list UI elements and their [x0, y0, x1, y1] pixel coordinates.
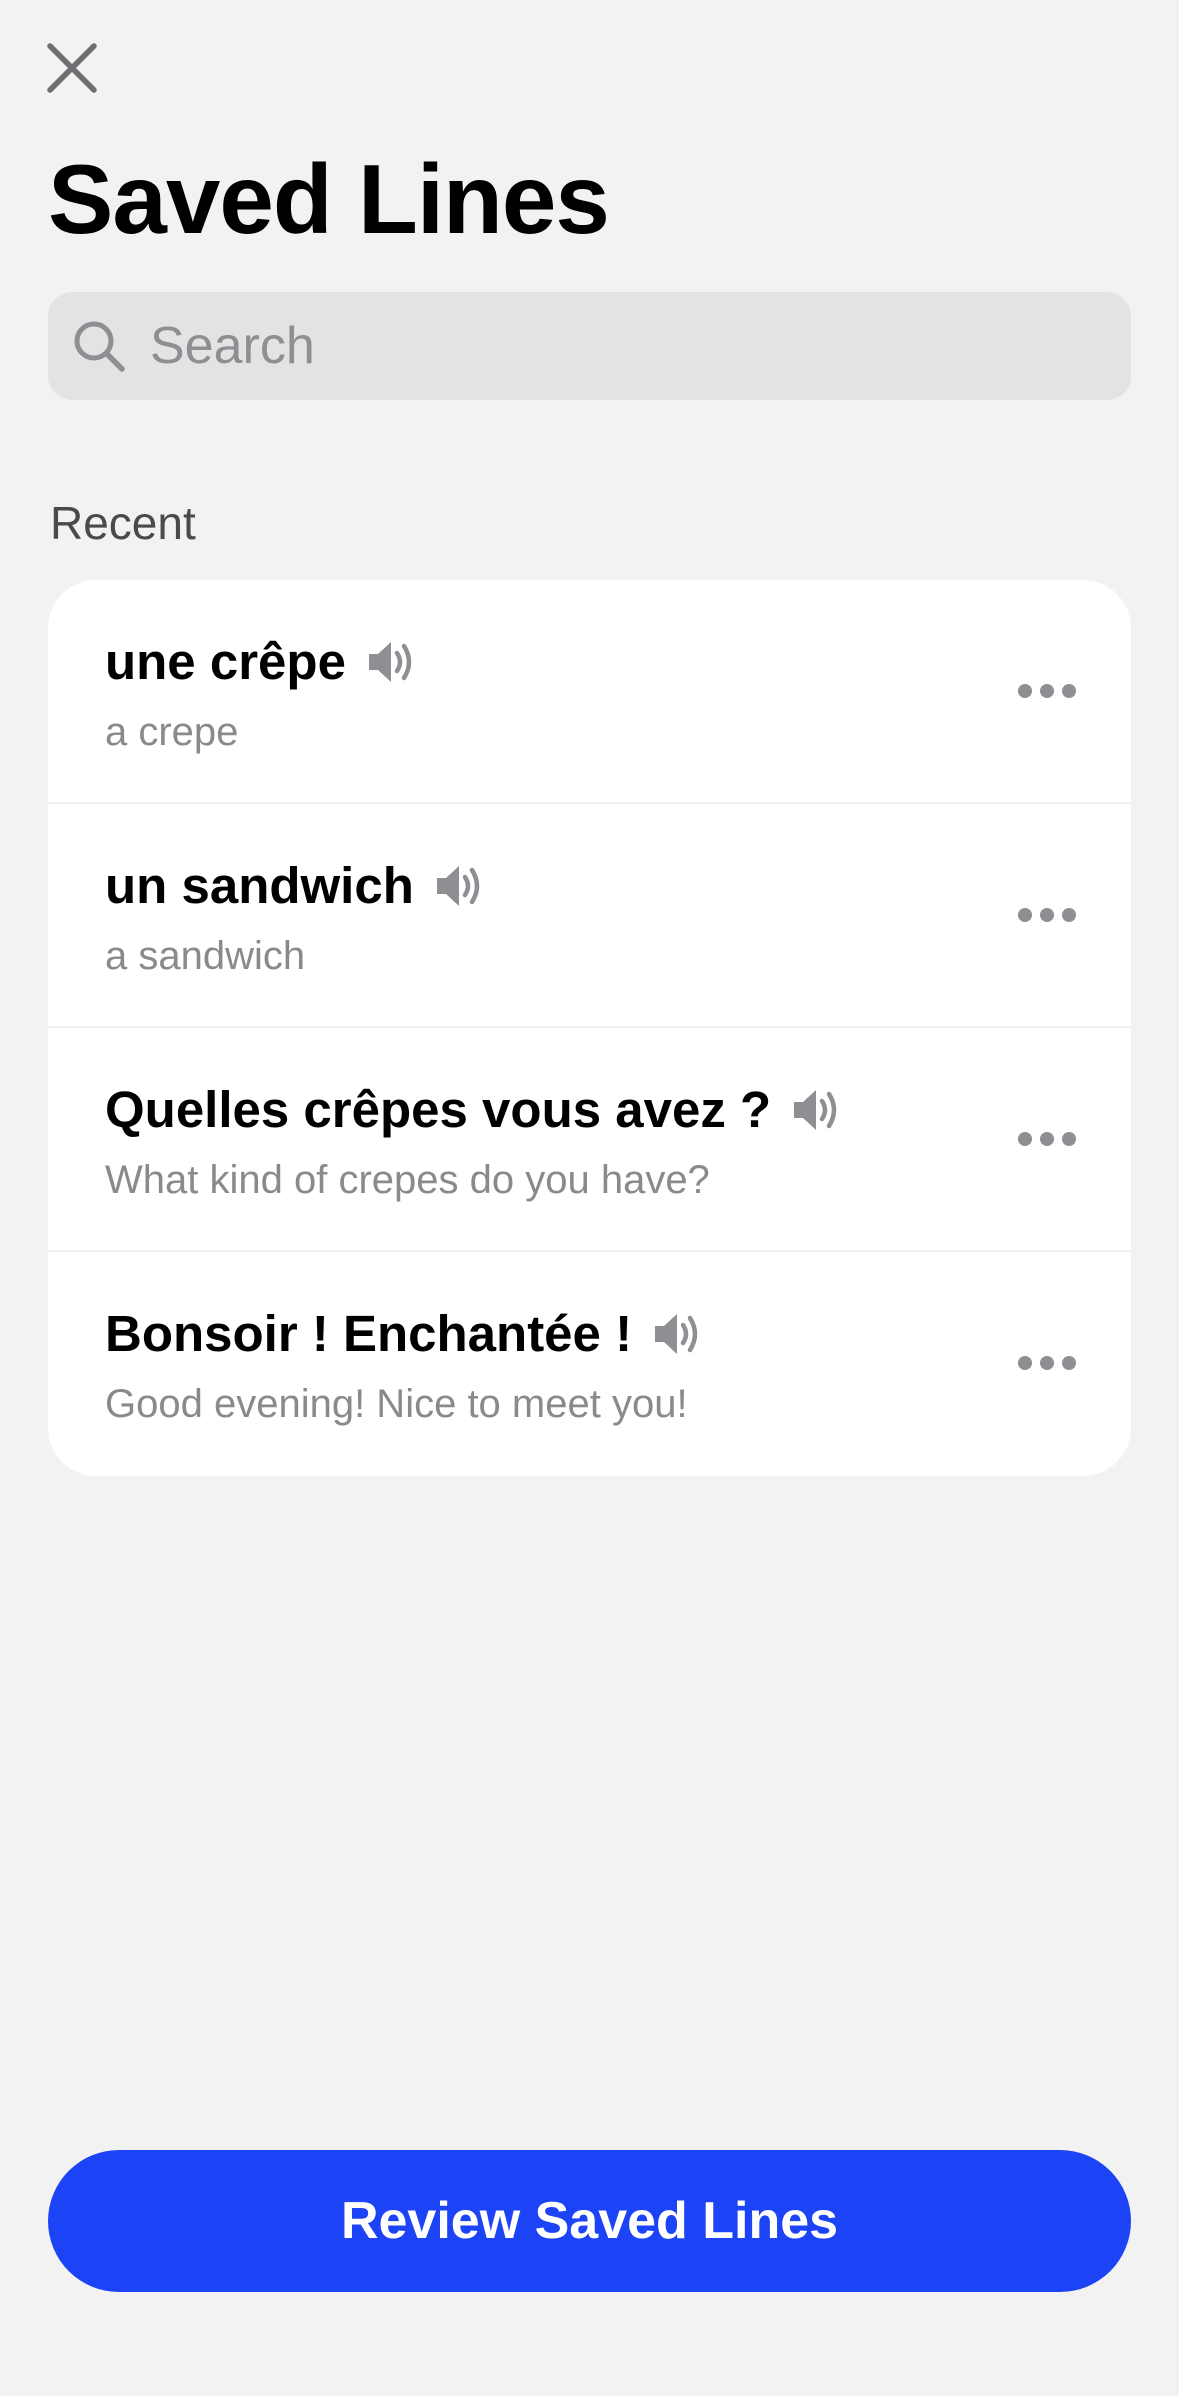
speaker-icon	[794, 1089, 837, 1130]
more-icon	[1018, 1356, 1076, 1370]
item-primary-row: Bonsoir ! Enchantée !	[105, 1304, 702, 1363]
more-icon	[1018, 1132, 1076, 1146]
search-bar[interactable]	[48, 292, 1131, 400]
close-button[interactable]	[42, 38, 102, 98]
list-item[interactable]: Quelles crêpes vous avez ? What kind of …	[48, 1028, 1131, 1252]
more-options-button[interactable]	[1015, 890, 1079, 940]
section-label-recent: Recent	[50, 497, 196, 549]
speaker-icon	[368, 641, 412, 682]
play-audio-button[interactable]	[366, 637, 416, 687]
list-item[interactable]: Bonsoir ! Enchantée ! Good evening! Nice…	[48, 1252, 1131, 1476]
review-saved-lines-button[interactable]: Review Saved Lines	[48, 2150, 1131, 2292]
page-title: Saved Lines	[48, 144, 610, 254]
item-translation: What kind of crepes do you have?	[105, 1158, 710, 1202]
more-icon	[1018, 908, 1076, 922]
search-input[interactable]	[148, 305, 1052, 387]
speaker-icon	[655, 1313, 698, 1354]
list-item[interactable]: une crêpe a crepe	[48, 580, 1131, 804]
speaker-icon	[436, 865, 480, 906]
item-translation: Good evening! Nice to meet you!	[105, 1382, 688, 1426]
close-icon	[47, 43, 97, 93]
search-icon	[70, 317, 128, 375]
item-translation: a sandwich	[105, 934, 306, 978]
more-icon	[1018, 684, 1076, 698]
play-audio-button[interactable]	[434, 861, 484, 911]
item-phrase: une crêpe	[105, 633, 346, 690]
more-options-button[interactable]	[1015, 1114, 1079, 1164]
more-options-button[interactable]	[1015, 666, 1079, 716]
more-options-button[interactable]	[1015, 1338, 1079, 1388]
list-item[interactable]: un sandwich a sandwich	[48, 804, 1131, 1028]
item-primary-row: Quelles crêpes vous avez ?	[105, 1080, 841, 1139]
play-audio-button[interactable]	[652, 1309, 702, 1359]
saved-lines-list: une crêpe a crepe un sandwich a sandwich…	[48, 580, 1131, 1476]
item-phrase: Bonsoir ! Enchantée !	[105, 1305, 633, 1362]
item-primary-row: un sandwich	[105, 856, 484, 915]
item-phrase: un sandwich	[105, 857, 414, 914]
play-audio-button[interactable]	[791, 1085, 841, 1135]
item-translation: a crepe	[105, 710, 239, 754]
item-phrase: Quelles crêpes vous avez ?	[105, 1081, 772, 1138]
item-primary-row: une crêpe	[105, 632, 416, 691]
